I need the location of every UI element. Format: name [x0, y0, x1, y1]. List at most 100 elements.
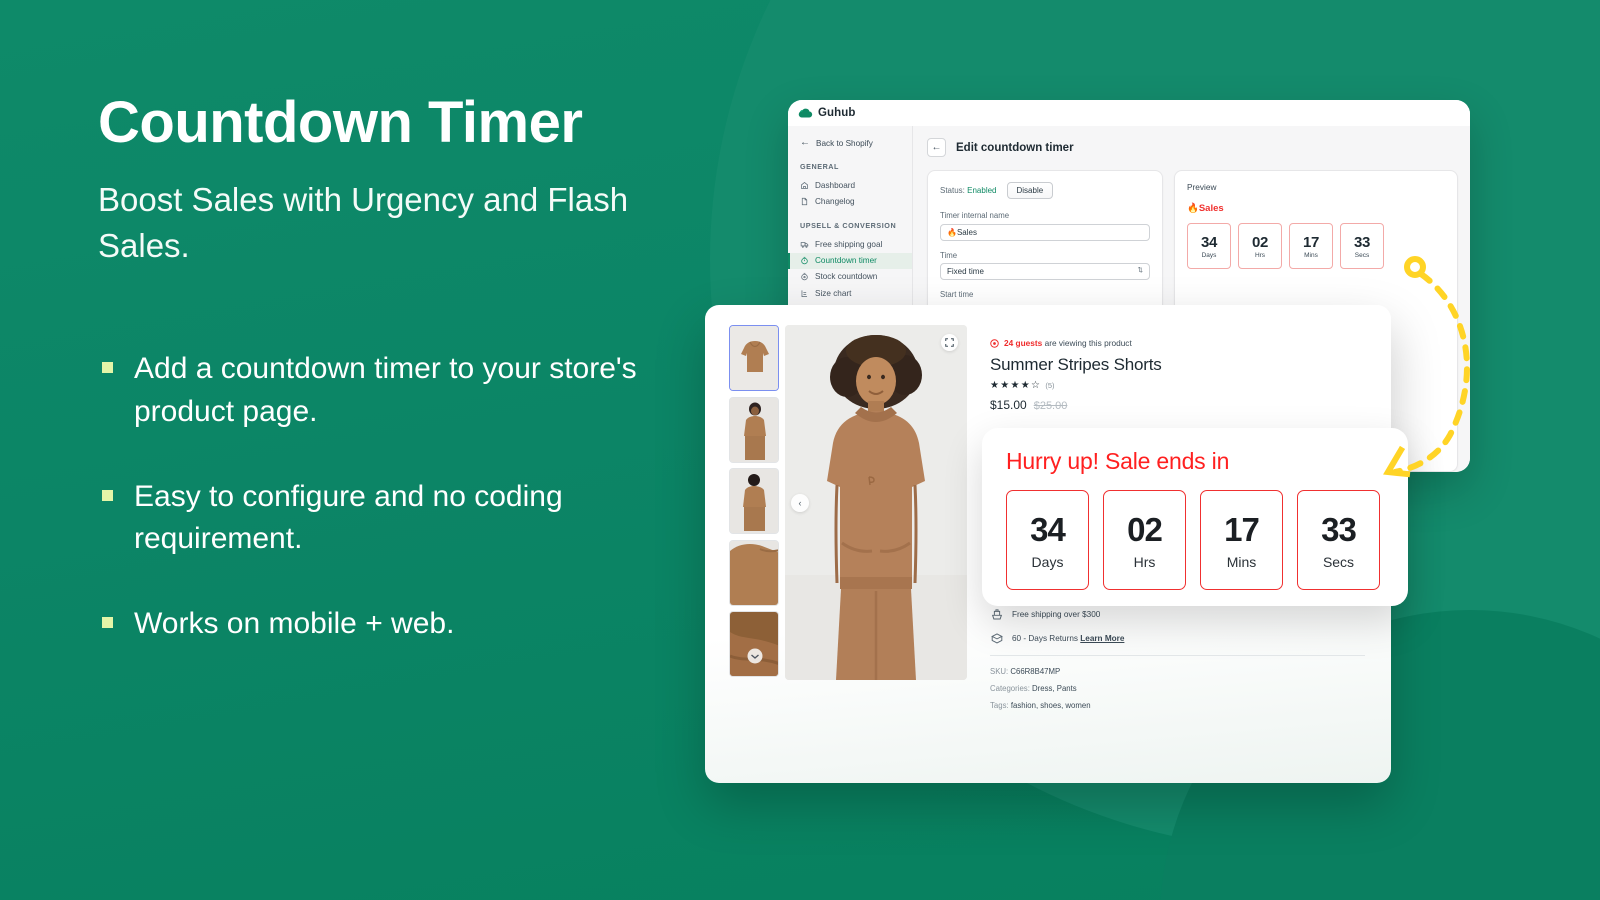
live-viewers-count: 24 guests	[1004, 338, 1043, 348]
sidebar-section-general: GENERAL	[800, 162, 839, 171]
ruler-icon	[801, 289, 808, 297]
preview-countdown: 34 Days 02 Hrs 17 Mins 33 Secs	[1187, 223, 1445, 269]
countdown-unit-value: 02	[1127, 510, 1163, 548]
sidebar-item-dashboard[interactable]: Dashboard	[788, 177, 912, 193]
chevron-left-icon: ‹	[798, 497, 802, 508]
chevron-up-down-icon: ⇅	[1137, 267, 1143, 275]
perk-returns-text: 60 - Days Returns	[1012, 633, 1081, 643]
countdown-units: 34 Days 02 Hrs 17 Mins 33 Secs	[1006, 490, 1384, 590]
perk-text: Free shipping over $300	[1012, 609, 1101, 619]
product-gallery: ‹	[729, 325, 967, 783]
ship-icon	[991, 609, 1003, 620]
sidebar-item-label: Dashboard	[815, 180, 856, 190]
home-icon	[801, 181, 808, 189]
countdown-unit-value: 34	[1030, 510, 1066, 548]
live-viewers-suffix: are viewing this product	[1044, 338, 1132, 348]
sidebar-item-countdown-timer[interactable]: Countdown timer	[788, 252, 912, 269]
preview-unit-value: 34	[1200, 233, 1218, 251]
status-badge: Status: Enabled	[940, 186, 997, 195]
sidebar-item-label: Free shipping goal	[815, 239, 883, 249]
sidebar-item-back-to-shopify[interactable]: ← Back to Shopify	[788, 138, 912, 148]
preview-unit-value: 17	[1302, 233, 1320, 251]
product-title: Summer Stripes Shorts	[990, 355, 1162, 374]
admin-topbar: Guhub	[788, 100, 1470, 126]
thumbnail-item[interactable]	[729, 325, 779, 391]
preview-unit-label: Hrs	[1254, 251, 1266, 259]
timer-name-input[interactable]: 🔥Sales	[940, 223, 1150, 241]
sidebar-item-label: Stock countdown	[815, 272, 878, 282]
list-item: Works on mobile + web.	[98, 603, 718, 646]
thumbnail-item[interactable]	[729, 396, 779, 463]
countdown-unit-mins: 17 Mins	[1200, 490, 1283, 590]
product-sku: SKU: C66R8B47MP	[990, 667, 1365, 676]
compare-price: $25.00	[1033, 400, 1068, 412]
countdown-unit-value: 33	[1321, 510, 1357, 548]
app-logo-text: Guhub	[818, 107, 856, 119]
tags-value: fashion, shoes, women	[1010, 701, 1091, 710]
countdown-unit-label: Hrs	[1133, 553, 1156, 570]
perk-text: 60 - Days Returns Learn More	[1012, 634, 1124, 643]
product-hero-image[interactable]: ‹	[785, 325, 967, 680]
countdown-unit-hrs: 02 Hrs	[1103, 490, 1186, 590]
time-mode-value: Fixed time	[947, 267, 984, 276]
preview-unit-value: 33	[1353, 233, 1371, 251]
gallery-prev-button[interactable]: ‹	[791, 493, 809, 512]
sidebar-item-changelog[interactable]: Changelog	[788, 193, 912, 209]
back-button[interactable]: ←	[927, 138, 946, 157]
countdown-unit-label: Days	[1031, 553, 1064, 570]
product-thumb-closeup	[730, 540, 778, 605]
time-mode-label: Time	[940, 250, 958, 260]
arrow-left-icon: ←	[931, 142, 942, 153]
status-label-text: Status:	[940, 186, 965, 195]
sidebar-item-label: Back to Shopify	[816, 138, 873, 148]
thumbnail-item[interactable]	[729, 539, 779, 606]
learn-more-link[interactable]: Learn More	[1080, 634, 1124, 643]
tags-label: Tags:	[990, 701, 1009, 710]
rating-count: (5)	[1045, 381, 1055, 390]
preview-unit-value: 02	[1251, 233, 1269, 251]
countdown-unit-label: Mins	[1226, 553, 1257, 570]
sidebar-item-label: Changelog	[815, 196, 855, 206]
admin-page-title: Edit countdown timer	[956, 141, 1074, 154]
sidebar-section-upsell-conversion: UPSELL & CONVERSION	[800, 221, 897, 231]
list-item: Add a countdown timer to your store's pr…	[98, 348, 718, 433]
perk-returns: 60 - Days Returns Learn More	[990, 631, 1365, 645]
expand-icon	[945, 338, 954, 347]
status-value: Enabled	[967, 186, 997, 195]
sidebar-item-size-chart[interactable]: Size chart	[788, 285, 912, 301]
live-viewers-text: 24 guests are viewing this product	[1004, 338, 1132, 348]
thumbnail-item[interactable]	[729, 611, 779, 677]
product-thumb-model-front	[730, 397, 778, 462]
perk-free-shipping: Free shipping over $300	[990, 607, 1365, 621]
preview-unit-label: Secs	[1354, 251, 1370, 259]
feature-list: Add a countdown timer to your store's pr…	[98, 348, 718, 645]
sidebar-item-stock-countdown[interactable]: Stock countdown	[788, 269, 912, 285]
current-price: $15.00	[990, 398, 1027, 412]
thumbnail-list	[729, 325, 779, 783]
preview-unit-label: Mins	[1304, 251, 1318, 259]
categories-value: Dress, Pants	[1032, 684, 1077, 693]
eye-icon	[990, 338, 999, 348]
admin-header: ← Edit countdown timer	[927, 138, 1458, 157]
disable-button[interactable]: Disable	[1006, 182, 1054, 199]
gauge-icon	[801, 273, 808, 281]
start-time-label: Start time	[940, 290, 974, 299]
countdown-heading: Hurry up! Sale ends in	[1006, 448, 1230, 474]
preview-label: Preview	[1187, 182, 1217, 192]
preview-unit-mins: 17 Mins	[1289, 223, 1333, 269]
sidebar-item-free-shipping-goal[interactable]: Free shipping goal	[788, 236, 912, 252]
expand-image-button[interactable]	[941, 334, 958, 351]
hero-model-photo	[785, 325, 967, 680]
stopwatch-icon	[801, 257, 808, 265]
sku-value: C66R8B47MP	[1010, 667, 1061, 676]
page-title: Countdown Timer	[98, 90, 583, 155]
countdown-unit-value: 17	[1224, 510, 1260, 548]
time-mode-select[interactable]: Fixed time ⇅	[940, 263, 1150, 280]
arrow-left-icon: ←	[800, 137, 810, 148]
list-item: Easy to configure and no coding requirem…	[98, 476, 718, 561]
thumbnail-item[interactable]	[729, 468, 779, 534]
timer-name-label: Timer internal name	[940, 211, 1010, 220]
product-tags: Tags: fashion, shoes, women	[990, 701, 1365, 710]
app-logo[interactable]: Guhub	[798, 107, 856, 119]
preview-unit-days: 34 Days	[1187, 223, 1231, 269]
